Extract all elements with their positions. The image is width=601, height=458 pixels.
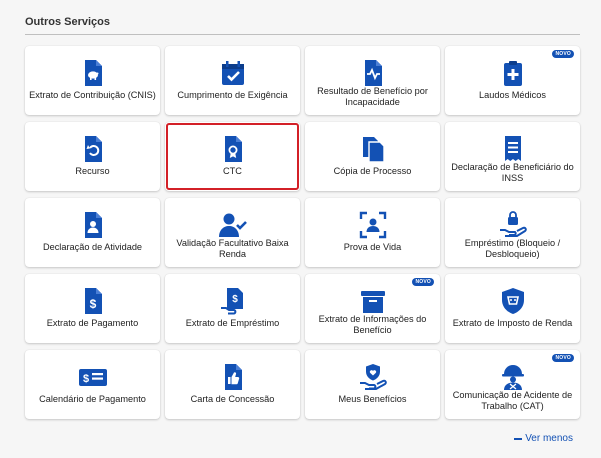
hand-lock-icon: [498, 210, 528, 240]
service-card-label: Meus Benefícios: [338, 394, 407, 404]
service-card-label: Validação Facultativo Baixa Renda: [176, 238, 289, 259]
service-card-label: CTC: [223, 166, 242, 176]
service-card-carta-concessao[interactable]: Carta de Concessão: [165, 350, 300, 419]
service-card-label: Extrato de Informações do Benefício: [318, 314, 427, 335]
hard-hat-worker-icon: [498, 362, 528, 392]
archive-box-icon: [358, 286, 388, 316]
service-card-declaracao-atividade[interactable]: Declaração de Atividade: [25, 198, 160, 267]
service-card-extrato-informacoes-beneficio[interactable]: NOVO Extrato de Informações do Benefício: [305, 274, 440, 343]
service-card-cnis[interactable]: Extrato de Contribuição (CNIS): [25, 46, 160, 115]
service-card-cat[interactable]: NOVO Comunicação de Acidente de Trabalho…: [445, 350, 580, 419]
thumbs-up-doc-icon: [218, 362, 248, 392]
service-card-label: Extrato de Pagamento: [46, 318, 139, 328]
service-card-prova-de-vida[interactable]: Prova de Vida: [305, 198, 440, 267]
receipt-icon: [498, 134, 528, 164]
service-card-calendario-pagamento[interactable]: $ Calendário de Pagamento: [25, 350, 160, 419]
service-card-label: Empréstimo (Bloqueio / Desbloqueio): [464, 238, 561, 259]
service-card-cumprimento-exigencia[interactable]: Cumprimento de Exigência: [165, 46, 300, 115]
service-card-label: Prova de Vida: [343, 242, 402, 252]
piggy-bank-doc-icon: [78, 58, 108, 88]
hand-heart-shield-icon: [358, 362, 388, 392]
hand-dollar-doc-icon: $: [218, 286, 248, 316]
svg-text:$: $: [89, 297, 96, 311]
calendar-check-icon: [218, 58, 248, 88]
face-scan-icon: [358, 210, 388, 240]
ver-menos-link[interactable]: Ver menos: [514, 433, 573, 444]
service-card-label: Carta de Concessão: [190, 394, 275, 404]
service-card-label: Cumprimento de Exigência: [177, 90, 288, 100]
service-card-label: Extrato de Empréstimo: [185, 318, 280, 328]
service-card-emprestimo-bloqueio[interactable]: Empréstimo (Bloqueio / Desbloqueio): [445, 198, 580, 267]
ver-menos-label: Ver menos: [525, 433, 573, 444]
heartbeat-doc-icon: [358, 58, 388, 88]
services-grid: Extrato de Contribuição (CNIS) Cumprimen…: [25, 46, 580, 419]
service-card-label: Resultado de Benefício por Incapacidade: [317, 86, 428, 107]
service-card-label: Cópia de Processo: [333, 166, 412, 176]
lion-shield-icon: [498, 286, 528, 316]
undo-doc-icon: [78, 134, 108, 164]
section-title: Outros Serviços: [25, 16, 110, 28]
section-divider: [25, 34, 580, 35]
svg-text:$: $: [82, 373, 88, 385]
service-card-label: Recurso: [75, 166, 110, 176]
service-card-label: Comunicação de Acidente de Trabalho (CAT…: [452, 390, 573, 411]
person-doc-icon: [78, 210, 108, 240]
new-badge: NOVO: [552, 50, 574, 58]
service-card-label: Declaração de Beneficiário do INSS: [451, 162, 574, 183]
service-card-imposto-renda[interactable]: Extrato de Imposto de Renda: [445, 274, 580, 343]
service-card-resultado-incapacidade[interactable]: Resultado de Benefício por Incapacidade: [305, 46, 440, 115]
service-card-label: Declaração de Atividade: [42, 242, 143, 252]
certificate-doc-icon: [218, 134, 248, 164]
new-badge: NOVO: [412, 278, 434, 286]
service-card-recurso[interactable]: Recurso: [25, 122, 160, 191]
dollar-doc-icon: $: [78, 286, 108, 316]
service-card-label: Calendário de Pagamento: [39, 394, 146, 404]
service-card-extrato-emprestimo[interactable]: $ Extrato de Empréstimo: [165, 274, 300, 343]
service-card-validacao-facultativo[interactable]: Validação Facultativo Baixa Renda: [165, 198, 300, 267]
service-card-label: Extrato de Imposto de Renda: [452, 318, 573, 328]
svg-text:$: $: [232, 294, 238, 305]
minus-icon: [514, 437, 523, 440]
money-bill-icon: $: [78, 362, 108, 392]
service-card-label: Laudos Médicos: [479, 90, 546, 100]
medical-clipboard-icon: [498, 58, 528, 88]
service-card-ctc[interactable]: CTC: [165, 122, 300, 191]
user-check-icon: [218, 210, 248, 240]
service-card-copia-processo[interactable]: Cópia de Processo: [305, 122, 440, 191]
service-card-extrato-pagamento[interactable]: $ Extrato de Pagamento: [25, 274, 160, 343]
service-card-label: Extrato de Contribuição (CNIS): [29, 90, 156, 100]
service-card-meus-beneficios[interactable]: Meus Benefícios: [305, 350, 440, 419]
copy-icon: [358, 134, 388, 164]
new-badge: NOVO: [552, 354, 574, 362]
service-card-declaracao-beneficiario[interactable]: Declaração de Beneficiário do INSS: [445, 122, 580, 191]
service-card-laudos-medicos[interactable]: NOVO Laudos Médicos: [445, 46, 580, 115]
